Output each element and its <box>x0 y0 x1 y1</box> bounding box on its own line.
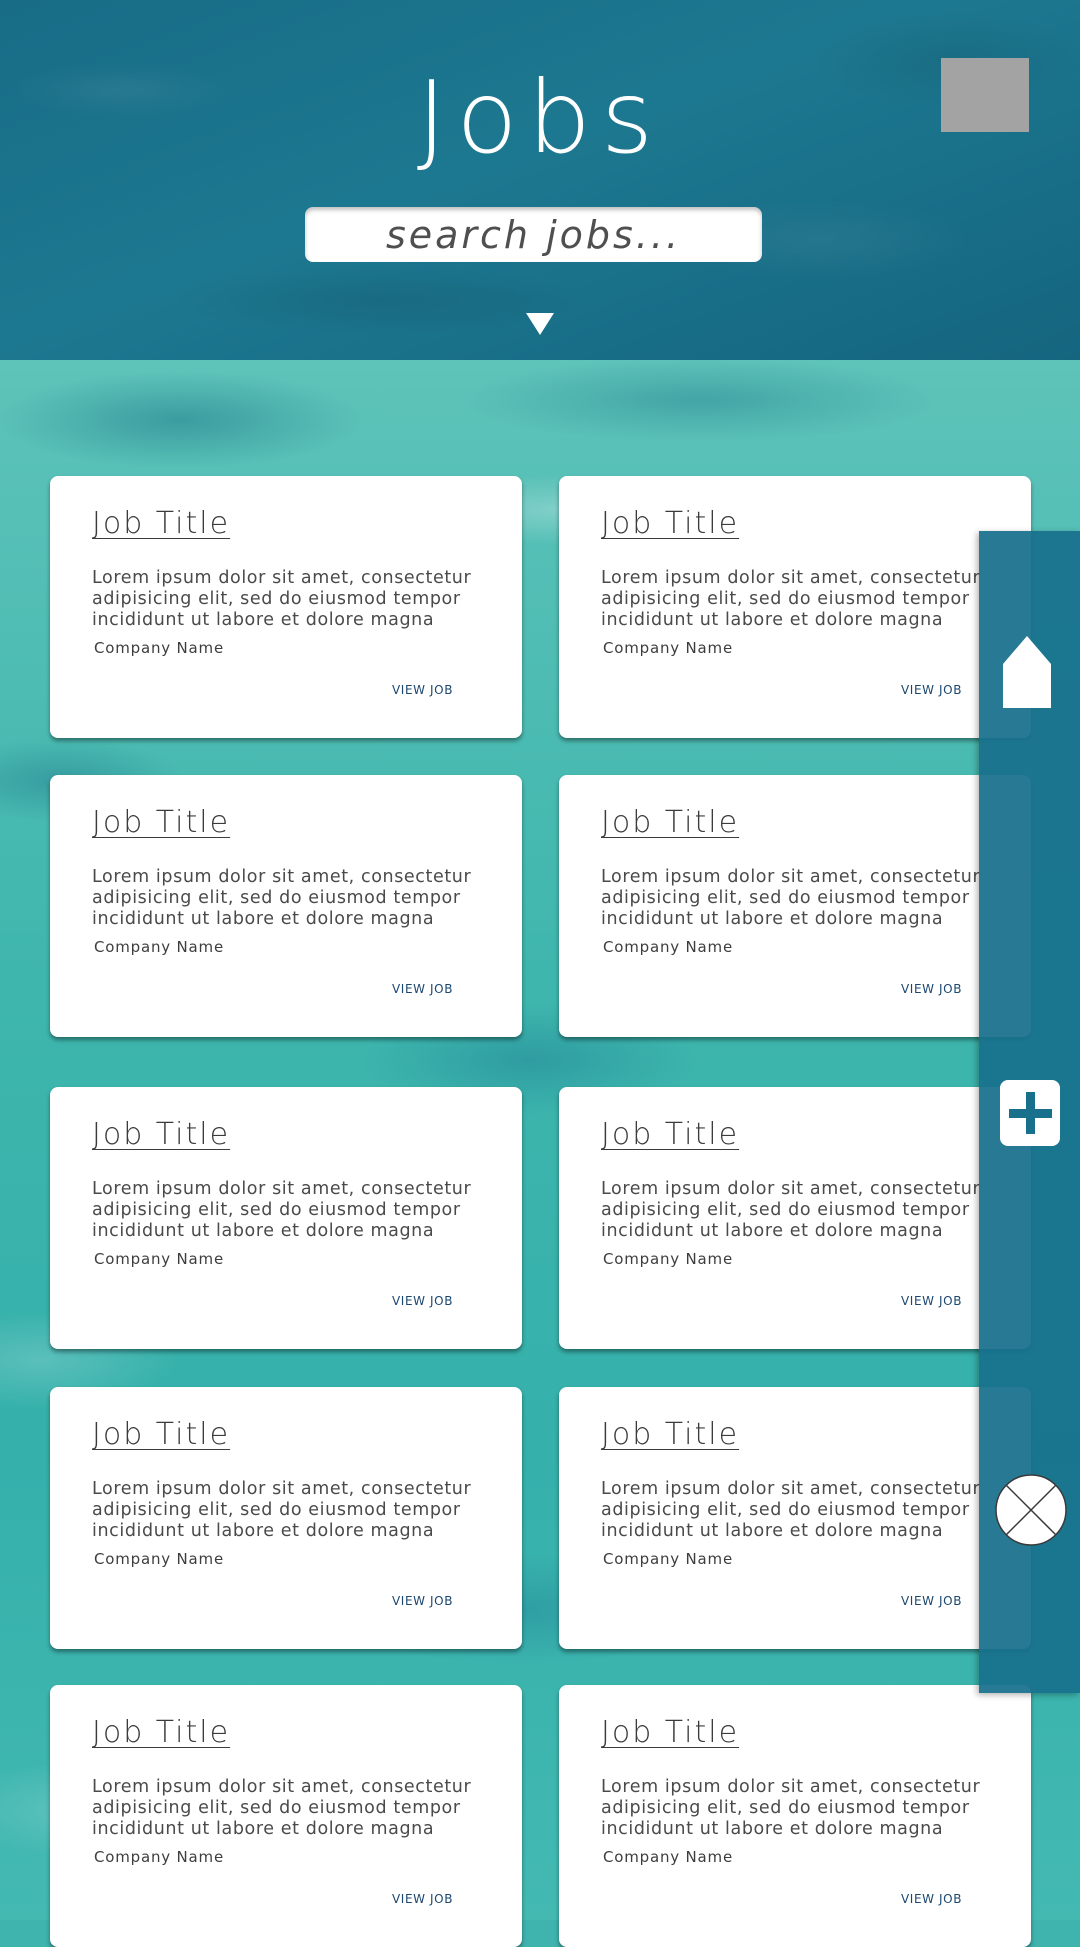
job-card: Job Title Lorem ipsum dolor sit amet, co… <box>559 775 1031 1037</box>
view-job-link[interactable]: VIEW JOB <box>901 683 962 697</box>
job-description: Lorem ipsum dolor sit amet, consectetur … <box>601 1179 981 1241</box>
company-name: Company Name <box>603 1550 733 1568</box>
view-job-link[interactable]: VIEW JOB <box>392 1294 453 1308</box>
view-job-link[interactable]: VIEW JOB <box>392 982 453 996</box>
company-name: Company Name <box>94 938 224 956</box>
job-card: Job Title Lorem ipsum dolor sit amet, co… <box>50 476 522 738</box>
company-name: Company Name <box>94 1848 224 1866</box>
job-title-link[interactable]: Job Title <box>92 1117 230 1152</box>
job-card: Job Title Lorem ipsum dolor sit amet, co… <box>50 1087 522 1349</box>
job-description: Lorem ipsum dolor sit amet, consectetur … <box>92 1777 472 1839</box>
job-title-link[interactable]: Job Title <box>601 506 739 541</box>
company-name: Company Name <box>94 639 224 657</box>
close-icon[interactable] <box>995 1474 1067 1546</box>
view-job-link[interactable]: VIEW JOB <box>392 1892 453 1906</box>
job-description: Lorem ipsum dolor sit amet, consectetur … <box>92 568 472 630</box>
view-job-link[interactable]: VIEW JOB <box>901 1294 962 1308</box>
company-name: Company Name <box>94 1550 224 1568</box>
view-job-link[interactable]: VIEW JOB <box>901 982 962 996</box>
job-card: Job Title Lorem ipsum dolor sit amet, co… <box>50 1685 522 1947</box>
job-card: Job Title Lorem ipsum dolor sit amet, co… <box>50 775 522 1037</box>
job-title-link[interactable]: Job Title <box>601 1117 739 1152</box>
job-description: Lorem ipsum dolor sit amet, consectetur … <box>601 1479 981 1541</box>
job-title-link[interactable]: Job Title <box>601 1417 739 1452</box>
home-icon[interactable] <box>1003 636 1051 708</box>
job-description: Lorem ipsum dolor sit amet, consectetur … <box>601 568 981 630</box>
company-name: Company Name <box>603 1250 733 1268</box>
company-name: Company Name <box>603 938 733 956</box>
view-job-link[interactable]: VIEW JOB <box>392 1594 453 1608</box>
job-description: Lorem ipsum dolor sit amet, consectetur … <box>601 1777 981 1839</box>
company-name: Company Name <box>603 1848 733 1866</box>
job-title-link[interactable]: Job Title <box>92 506 230 541</box>
job-title-link[interactable]: Job Title <box>92 805 230 840</box>
company-name: Company Name <box>94 1250 224 1268</box>
job-description: Lorem ipsum dolor sit amet, consectetur … <box>92 867 472 929</box>
job-card: Job Title Lorem ipsum dolor sit amet, co… <box>559 1685 1031 1947</box>
job-title-link[interactable]: Job Title <box>601 1715 739 1750</box>
view-job-link[interactable]: VIEW JOB <box>392 683 453 697</box>
view-job-link[interactable]: VIEW JOB <box>901 1594 962 1608</box>
job-title-link[interactable]: Job Title <box>92 1417 230 1452</box>
company-name: Company Name <box>603 639 733 657</box>
job-card: Job Title Lorem ipsum dolor sit amet, co… <box>50 1387 522 1649</box>
job-card: Job Title Lorem ipsum dolor sit amet, co… <box>559 1387 1031 1649</box>
job-title-link[interactable]: Job Title <box>601 805 739 840</box>
job-title-link[interactable]: Job Title <box>92 1715 230 1750</box>
view-job-link[interactable]: VIEW JOB <box>901 1892 962 1906</box>
job-description: Lorem ipsum dolor sit amet, consectetur … <box>92 1479 472 1541</box>
job-description: Lorem ipsum dolor sit amet, consectetur … <box>92 1179 472 1241</box>
plus-icon[interactable] <box>1000 1080 1060 1146</box>
job-card: Job Title Lorem ipsum dolor sit amet, co… <box>559 476 1031 738</box>
job-description: Lorem ipsum dolor sit amet, consectetur … <box>601 867 981 929</box>
job-list: Job Title Lorem ipsum dolor sit amet, co… <box>0 0 1080 1947</box>
job-card: Job Title Lorem ipsum dolor sit amet, co… <box>559 1087 1031 1349</box>
